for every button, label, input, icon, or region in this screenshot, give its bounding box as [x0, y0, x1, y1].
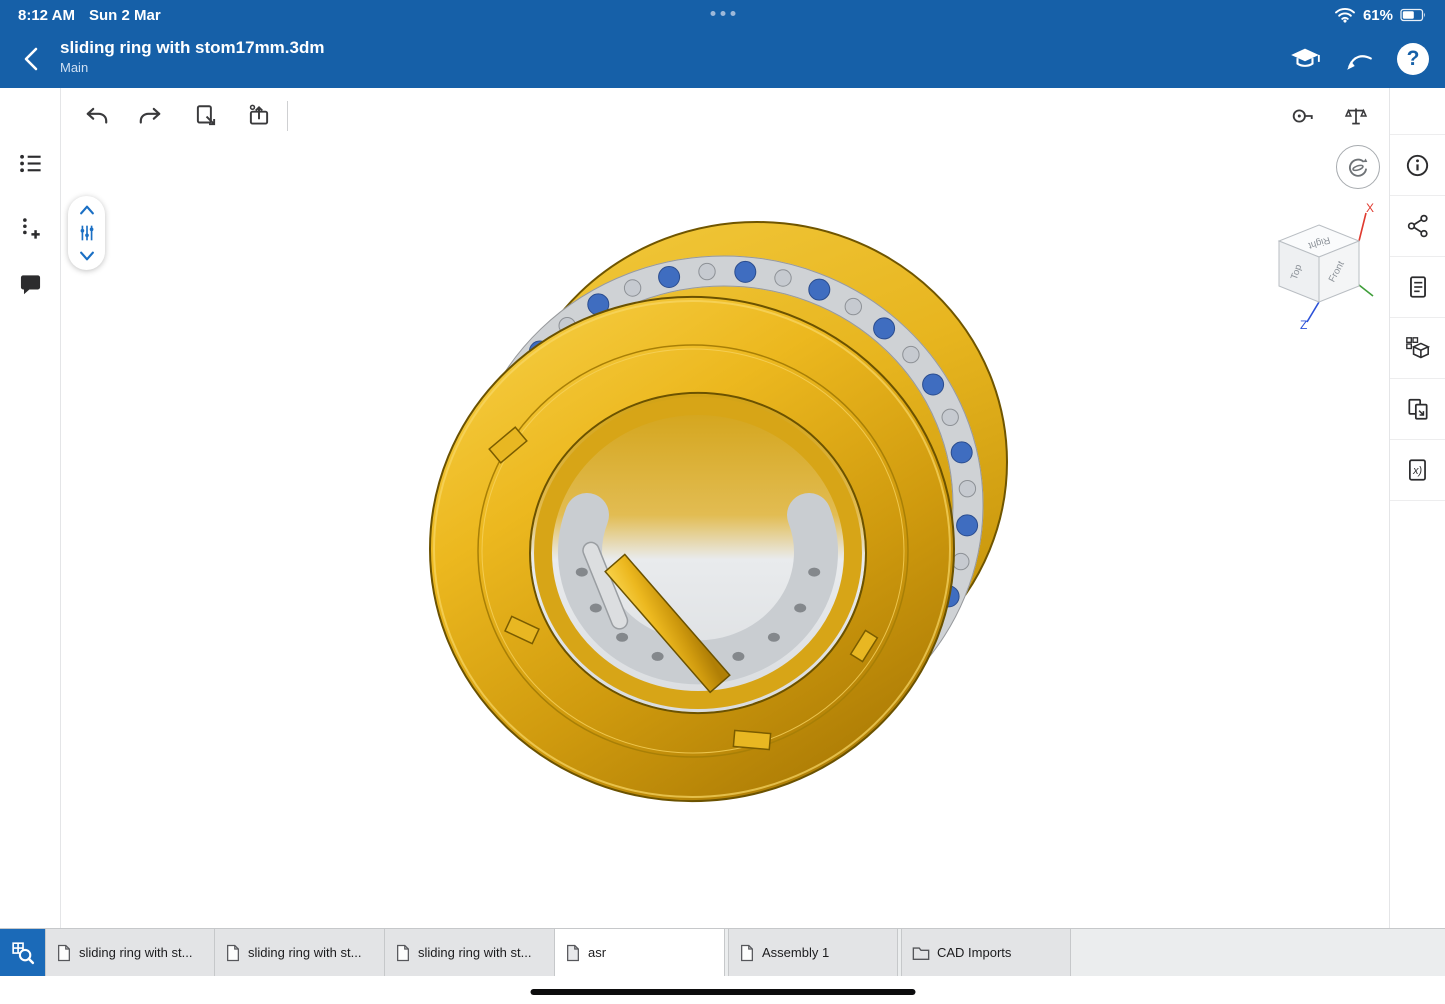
- wifi-icon: [1334, 6, 1356, 24]
- document-icon: [395, 944, 411, 962]
- formula-icon: x): [1405, 457, 1431, 483]
- tab-label: sliding ring with st...: [79, 945, 204, 960]
- chevron-up-icon: [77, 204, 97, 216]
- tab-label: Assembly 1: [762, 945, 887, 960]
- export-parts-button[interactable]: [1390, 379, 1445, 440]
- battery-icon: [1400, 8, 1427, 22]
- add-item-icon: [17, 215, 44, 242]
- status-bar: 8:12 AM Sun 2 Mar 61%: [0, 0, 1445, 30]
- learn-button[interactable]: [1283, 37, 1327, 81]
- search-icon: [9, 939, 36, 966]
- tab-document-2[interactable]: sliding ring with st...: [215, 929, 385, 976]
- redo-icon: [137, 103, 163, 129]
- document-icon: [225, 944, 241, 962]
- copy-pages-icon: [1405, 396, 1431, 422]
- svg-text:x): x): [1412, 465, 1422, 477]
- import-button[interactable]: [237, 94, 281, 138]
- notes-button[interactable]: [1390, 257, 1445, 318]
- multitask-indicator[interactable]: [710, 11, 735, 16]
- document-title-block: sliding ring with stom17mm.3dm Main: [60, 37, 324, 77]
- comment-icon: [17, 272, 44, 299]
- tab-document-3[interactable]: sliding ring with st...: [385, 929, 555, 976]
- measure-tape-icon: [1289, 103, 1315, 129]
- share-button[interactable]: [1390, 196, 1445, 257]
- info-icon: [1404, 152, 1431, 179]
- right-toolbar: x): [1389, 88, 1445, 928]
- comments-button[interactable]: [8, 263, 52, 307]
- chevron-down-icon: [77, 250, 97, 262]
- toolbar-divider: [287, 101, 288, 131]
- home-bar-area: [0, 976, 1445, 1004]
- history-up-button[interactable]: [75, 202, 99, 218]
- design-space-label: Main: [60, 59, 324, 77]
- tab-label: CAD Imports: [937, 945, 1060, 960]
- left-toolbar: [0, 88, 61, 928]
- orbit-rotate-icon: [1345, 154, 1371, 180]
- 3d-viewport[interactable]: [0, 0, 1445, 1004]
- grid-cube-icon: [1404, 335, 1431, 362]
- history-slider-icon[interactable]: [76, 222, 98, 244]
- pencil-settings-button[interactable]: [1337, 37, 1381, 81]
- folder-icon: [912, 945, 930, 961]
- redo-button[interactable]: [128, 94, 172, 138]
- chevron-left-icon: [20, 45, 44, 73]
- clock: 8:12 AM: [18, 7, 75, 24]
- export-copy-button[interactable]: [184, 94, 228, 138]
- home-indicator[interactable]: [530, 989, 915, 995]
- document-lines-icon: [1405, 274, 1431, 300]
- history-down-button[interactable]: [75, 248, 99, 264]
- tab-document-1[interactable]: sliding ring with st...: [45, 929, 215, 976]
- undo-icon: [84, 103, 110, 129]
- orbit-lock-button[interactable]: [1336, 145, 1380, 189]
- search-tab-button[interactable]: [0, 929, 45, 976]
- document-icon: [56, 944, 72, 962]
- share-icon: [1405, 213, 1431, 239]
- nav-bar: sliding ring with stom17mm.3dm Main ?: [0, 30, 1445, 88]
- orientation-cube[interactable]: X Z Top Right Front: [1258, 203, 1394, 333]
- items-list-button[interactable]: [8, 141, 52, 185]
- items-list-icon: [17, 150, 44, 177]
- info-button[interactable]: [1390, 135, 1445, 196]
- battery-percent: 61%: [1363, 7, 1393, 24]
- axis-x-label: X: [1366, 203, 1374, 215]
- document-tab-bar: sliding ring with st... sliding ring wit…: [0, 928, 1445, 976]
- balance-scale-icon: [1343, 103, 1369, 129]
- question-mark-icon: ?: [1407, 47, 1420, 71]
- tab-label: sliding ring with st...: [418, 945, 544, 960]
- stylus-icon: [1344, 46, 1374, 72]
- help-button[interactable]: ?: [1391, 37, 1435, 81]
- formula-button[interactable]: x): [1390, 440, 1445, 501]
- page-title: sliding ring with stom17mm.3dm: [60, 37, 324, 59]
- history-stepper: [68, 196, 105, 270]
- date: Sun 2 Mar: [89, 7, 161, 24]
- measure-button[interactable]: [1280, 94, 1324, 138]
- display-views-button[interactable]: [1390, 318, 1445, 379]
- document-icon: [565, 944, 581, 962]
- axis-z-label: Z: [1300, 318, 1307, 332]
- back-button[interactable]: [12, 39, 52, 79]
- export-page-icon: [193, 103, 219, 129]
- bearing-ring-model: [430, 222, 1007, 801]
- import-page-icon: [246, 103, 272, 129]
- tab-asr[interactable]: asr: [555, 929, 725, 976]
- scale-check-button[interactable]: [1334, 94, 1378, 138]
- undo-button[interactable]: [75, 94, 119, 138]
- tab-cad-imports[interactable]: CAD Imports: [901, 929, 1071, 976]
- tab-label: sliding ring with st...: [248, 945, 374, 960]
- tab-assembly-1[interactable]: Assembly 1: [728, 929, 898, 976]
- graduation-cap-icon: [1290, 46, 1320, 72]
- document-icon: [739, 944, 755, 962]
- tab-label: asr: [588, 945, 714, 960]
- add-item-button[interactable]: [8, 206, 52, 250]
